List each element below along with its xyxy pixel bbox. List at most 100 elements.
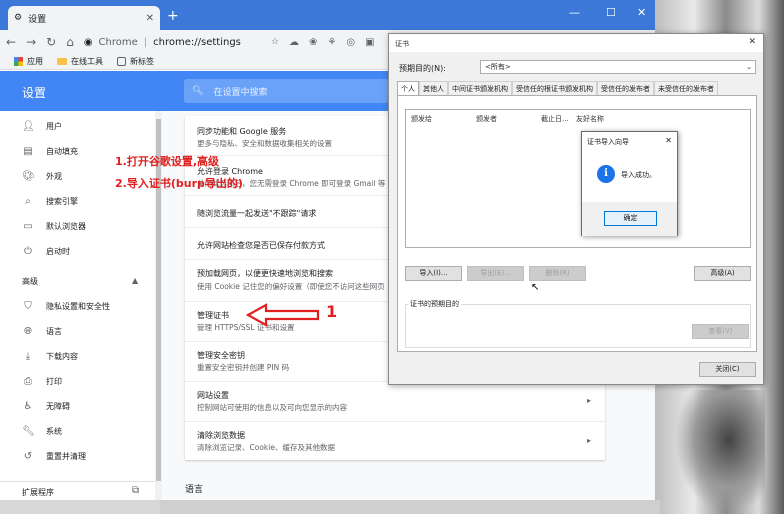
settings-sidebar: 👤︎ 用户 ▤ 自动填充 🎨︎ 外观 ⌕ 搜索引擎 ▭ 默认浏览器 ⏻ 启动时 … bbox=[0, 111, 155, 500]
column-header[interactable]: 颁发者 bbox=[476, 114, 497, 124]
row-subtitle: 更多与隐私、安全和数据收集相关的设置 bbox=[197, 139, 332, 148]
tab-settings[interactable]: ⚙ 设置 ✕ bbox=[8, 6, 160, 30]
column-header[interactable]: 友好名称 bbox=[576, 114, 604, 124]
close-button[interactable]: 关闭(C) bbox=[699, 362, 756, 377]
row-subtitle: 清除浏览记录、Cookie、缓存及其他数据 bbox=[197, 443, 335, 452]
row-title: 管理安全密钥 bbox=[197, 351, 245, 360]
divider bbox=[0, 481, 155, 482]
column-header[interactable]: 颁发给 bbox=[411, 114, 432, 124]
open-in-new-icon[interactable]: ⧉ bbox=[132, 485, 139, 496]
certificate-list[interactable]: 颁发给 颁发者 截止日... 友好名称 bbox=[405, 109, 751, 248]
view-button[interactable]: 查看(V) bbox=[692, 324, 749, 339]
row-title: 预加载网页，以便更快速地浏览和搜索 bbox=[197, 269, 333, 278]
forward-icon[interactable]: → bbox=[26, 35, 36, 49]
close-icon[interactable]: ✕ bbox=[665, 136, 672, 145]
row-site-settings[interactable]: 网站设置 控制网站可使用的信息以及可向您显示的内容 ▸ bbox=[185, 382, 605, 422]
import-button[interactable]: 导入(I)... bbox=[405, 266, 462, 281]
info-icon: i bbox=[597, 165, 615, 183]
printer-icon: ⎙ bbox=[24, 376, 32, 387]
close-icon[interactable]: ✕ bbox=[146, 13, 154, 24]
bookmark-new-tab[interactable]: 新标签 bbox=[117, 56, 154, 67]
purpose-label: 预期目的(N): bbox=[399, 64, 446, 73]
clipboard-icon: ▤ bbox=[23, 146, 33, 157]
minimize-icon[interactable]: — bbox=[569, 6, 580, 19]
sidebar-item-search-engine[interactable]: ⌕ 搜索引擎 bbox=[22, 196, 78, 207]
apps-grid-icon bbox=[14, 57, 23, 66]
search-icon: 🔍︎ bbox=[192, 86, 204, 96]
ok-button[interactable]: 确定 bbox=[604, 211, 657, 226]
chrome-icon: ◉ bbox=[83, 36, 93, 48]
tab-other-people[interactable]: 其他人 bbox=[419, 81, 448, 95]
bookmark-apps[interactable]: 应用 bbox=[14, 56, 43, 67]
dialog-footer: 确定 bbox=[582, 202, 677, 236]
bookmark-online-tools[interactable]: 在线工具 bbox=[57, 56, 103, 67]
wrench-icon: 🔧︎ bbox=[22, 426, 35, 437]
sidebar-item-system[interactable]: 🔧︎ 系统 bbox=[22, 426, 62, 437]
sidebar-item-label: 搜索引擎 bbox=[46, 197, 78, 206]
home-icon[interactable]: ⌂ bbox=[66, 35, 74, 49]
close-icon[interactable]: ✕ bbox=[748, 37, 756, 47]
sidebar-item-label: 启动时 bbox=[46, 247, 70, 256]
tab-panel: 颁发给 颁发者 截止日... 友好名称 导入(I)... 导出(E)... 删除… bbox=[397, 95, 757, 352]
star-icon[interactable]: ☆ bbox=[271, 37, 279, 47]
sidebar-item-label: 系统 bbox=[46, 427, 62, 436]
sidebar-item-reset[interactable]: ↺ 重置并清理 bbox=[22, 451, 86, 462]
tab-trusted-root-ca[interactable]: 受信任的根证书颁发机构 bbox=[512, 81, 597, 95]
sidebar-item-label: 自动填充 bbox=[46, 147, 78, 156]
purpose-select[interactable]: <所有> ⌄ bbox=[480, 60, 756, 74]
purpose-value: <所有> bbox=[485, 63, 511, 71]
back-icon[interactable]: ← bbox=[6, 35, 16, 49]
sidebar-item-on-startup[interactable]: ⏻ 启动时 bbox=[22, 246, 70, 257]
caret-up-icon[interactable]: ▲ bbox=[132, 276, 138, 285]
search-icon: ⌕ bbox=[25, 196, 31, 207]
tab-personal[interactable]: 个人 bbox=[397, 81, 419, 95]
row-title: 管理证书 bbox=[197, 311, 229, 320]
dialog-titlebar: 证书 ✕ bbox=[389, 34, 763, 52]
dialog-title: 证书 bbox=[395, 40, 409, 48]
sidebar-scrollbar[interactable] bbox=[155, 111, 162, 500]
extension-icon[interactable]: ⚘ bbox=[327, 37, 336, 48]
row-title: 允许网站检查您是否已保存付款方式 bbox=[197, 241, 325, 250]
row-clear-browsing-data[interactable]: 清除浏览数据 清除浏览记录、Cookie、缓存及其他数据 ▸ bbox=[185, 422, 605, 460]
sidebar-advanced-label[interactable]: 高级 bbox=[22, 276, 38, 287]
sidebar-item-languages[interactable]: 🌐︎ 语言 bbox=[22, 326, 62, 337]
sidebar-item-people[interactable]: 👤︎ 用户 bbox=[22, 121, 62, 132]
tab-trusted-publishers[interactable]: 受信任的发布者 bbox=[597, 81, 654, 95]
tab-untrusted-publishers[interactable]: 未受信任的发布者 bbox=[654, 81, 718, 95]
row-title: 同步功能和 Google 服务 bbox=[197, 127, 287, 136]
download-icon: ⤓ bbox=[25, 351, 31, 362]
sidebar-item-autofill[interactable]: ▤ 自动填充 bbox=[22, 146, 78, 157]
column-header[interactable]: 截止日... bbox=[541, 114, 569, 124]
extension-icon[interactable]: ◎ bbox=[346, 37, 355, 48]
remove-button[interactable]: 删除(R) bbox=[529, 266, 586, 281]
tab-intermediate-ca[interactable]: 中间证书颁发机构 bbox=[448, 81, 512, 95]
settings-search-input[interactable]: 🔍︎ 在设置中搜索 bbox=[184, 79, 389, 103]
advanced-button[interactable]: 高级(A) bbox=[694, 266, 751, 281]
scrollbar-thumb[interactable] bbox=[156, 119, 161, 481]
sidebar-item-label: 打印 bbox=[46, 377, 62, 386]
row-subtitle: 使用 Cookie 记住您的偏好设置（即使您不访问这些网页 bbox=[197, 282, 385, 291]
extension-icon[interactable]: ▣ bbox=[365, 37, 374, 48]
sidebar-item-label: 无障碍 bbox=[46, 402, 70, 411]
url-prefix: Chrome bbox=[98, 36, 138, 48]
sidebar-item-appearance[interactable]: 🎨︎ 外观 bbox=[22, 171, 62, 182]
address-bar[interactable]: ◉ Chrome | chrome://settings bbox=[84, 37, 241, 48]
extension-icon[interactable]: ☁ bbox=[289, 37, 299, 48]
sidebar-item-printing[interactable]: ⎙ 打印 bbox=[22, 376, 62, 387]
export-button[interactable]: 导出(E)... bbox=[467, 266, 524, 281]
row-title: 清除浏览数据 bbox=[197, 431, 245, 440]
reload-icon[interactable]: ↻ bbox=[46, 35, 56, 49]
mouse-cursor-icon: ↖ bbox=[531, 282, 540, 293]
sidebar-item-label: 重置并清理 bbox=[46, 452, 86, 461]
sidebar-item-downloads[interactable]: ⤓ 下载内容 bbox=[22, 351, 78, 362]
extensions-link[interactable]: 扩展程序 bbox=[22, 487, 54, 498]
globe-icon: 🌐︎ bbox=[24, 326, 32, 337]
maximize-icon[interactable]: ☐ bbox=[606, 6, 616, 19]
sidebar-item-accessibility[interactable]: ♿︎ 无障碍 bbox=[22, 401, 70, 412]
sidebar-item-default-browser[interactable]: ▭ 默认浏览器 bbox=[22, 221, 86, 232]
new-tab-button[interactable]: + bbox=[167, 8, 179, 24]
sidebar-item-privacy[interactable]: ⛉ 隐私设置和安全性 bbox=[22, 301, 110, 312]
close-window-icon[interactable]: ✕ bbox=[637, 6, 646, 19]
annotation-step-1: 1.打开谷歌设置,高级 bbox=[115, 155, 220, 168]
extension-icon[interactable]: ❀ bbox=[309, 37, 317, 48]
